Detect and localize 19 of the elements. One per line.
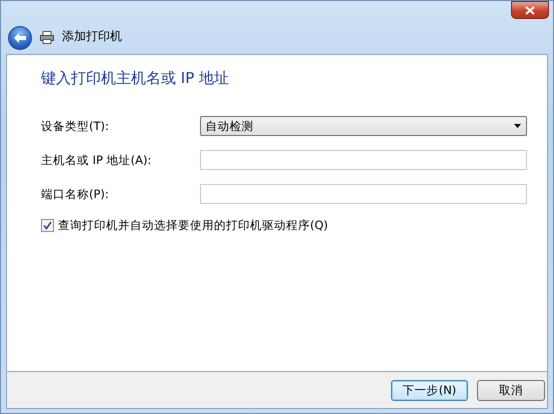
close-icon xyxy=(525,6,535,14)
field-label: 设备类型(T): xyxy=(41,118,110,134)
next-button[interactable]: 下一步(N) xyxy=(391,380,468,400)
checkbox-label: 查询打印机并自动选择要使用的打印机驱动程序(Q) xyxy=(58,218,328,233)
field-label: 端口名称(P): xyxy=(41,186,110,202)
device-type-dropdown[interactable]: 自动检测 xyxy=(200,116,527,136)
check-icon xyxy=(43,221,52,230)
caret-icon xyxy=(514,124,521,128)
cancel-button[interactable]: 取消 xyxy=(477,380,545,400)
printer-icon xyxy=(40,31,54,44)
checkbox[interactable] xyxy=(41,219,54,232)
field-label: 主机名或 IP 地址(A): xyxy=(41,152,152,168)
window-title: 添加打印机 xyxy=(62,28,122,45)
page-heading: 键入打印机主机名或 IP 地址 xyxy=(41,69,230,88)
input-field[interactable] xyxy=(200,184,527,204)
back-button[interactable] xyxy=(8,26,32,50)
arrow-left-icon xyxy=(13,32,27,44)
input-field[interactable] xyxy=(200,150,527,170)
close-button[interactable] xyxy=(511,1,549,19)
